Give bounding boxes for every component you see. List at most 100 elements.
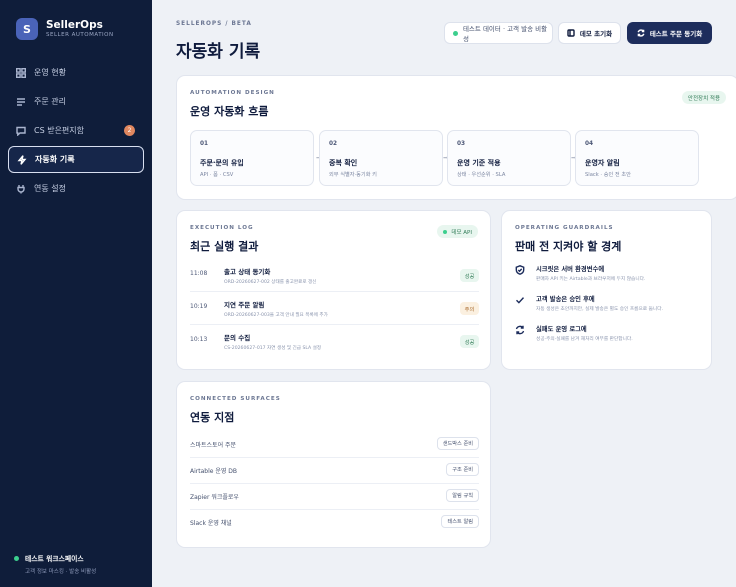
log-desc: ORD-20260627-002 상태를 출고완료로 갱신 [224,280,317,285]
surface-name: Slack 운영 채널 [190,520,232,527]
sidebar-item-automation-log[interactable]: 자동화 기록 [8,146,144,173]
flow-step: 02 중복 확인 외부 식별자·동기화 키 [319,130,443,186]
brand-text: SellerOps SELLER AUTOMATION [46,19,114,40]
brand[interactable]: S SellerOps SELLER AUTOMATION [16,18,114,40]
sidebar-item-label: 운영 현황 [34,68,66,77]
sidebar-item-label: CS 받은편지함 [34,126,85,135]
step-desc: Slack · 승인 전 초안 [585,172,631,178]
demo-api-label: 데모 API [451,229,472,236]
surface-status-tag: 알림 규칙 [446,489,479,502]
refresh-icon [515,325,525,335]
log-time: 10:19 [190,303,208,310]
step-name: 주문·문의 유입 [200,159,244,167]
step-number: 02 [329,141,338,147]
test-data-chip: 테스트 데이터 · 고객 발송 비활성 [444,22,553,44]
sync-test-orders-button[interactable]: 테스트 주문 동기화 [627,22,712,44]
flow-step: 03 운영 기준 적용 상태 · 우선순위 · SLA [447,130,571,186]
reset-icon [567,29,575,37]
reset-demo-button[interactable]: 데모 초기화 [558,22,621,44]
card-eyebrow: AUTOMATION DESIGN [190,90,275,96]
workspace-subtitle: 고객 정보 마스킹 · 발송 비활성 [25,569,97,575]
brand-subtitle: SELLER AUTOMATION [46,31,114,38]
status-badge: 성공 [460,335,479,348]
reset-demo-label: 데모 초기화 [579,30,613,38]
sidebar-item-dashboard[interactable]: 운영 현황 [8,59,144,86]
connected-surfaces-card: CONNECTED SURFACES 연동 지점 스마트스토어 주문 샌드박스 … [176,381,491,548]
card-title: 판매 전 지켜야 할 경계 [515,240,622,253]
unread-count-badge: 2 [124,125,135,136]
step-name: 운영 기준 적용 [457,159,501,167]
card-eyebrow: EXECUTION LOG [190,225,254,231]
log-time: 10:13 [190,336,208,343]
sidebar-item-label: 연동 설정 [34,184,66,193]
card-title: 최근 실행 결과 [190,240,259,253]
sidebar-item-label: 주문 관리 [34,97,66,106]
workspace-info[interactable]: 테스트 워크스페이스 고객 정보 마스킹 · 발송 비활성 [14,553,96,575]
log-time: 11:08 [190,270,208,277]
card-eyebrow: CONNECTED SURFACES [190,396,281,402]
brand-name: SellerOps [46,18,103,31]
log-title: 지연 주문 알림 [224,301,265,309]
step-number: 03 [457,141,466,147]
execution-log-card: EXECUTION LOG 최근 실행 결과 데모 API 11:08 출고 상… [176,210,491,370]
brand-logo: S [16,18,38,40]
status-badge: 주의 [460,302,479,315]
surface-name: 스마트스토어 주문 [190,442,237,449]
status-dot [453,30,458,36]
grid-icon [16,67,26,78]
step-number: 04 [585,141,594,147]
status-dot [14,555,19,561]
automation-flow-card: AUTOMATION DESIGN 운영 자동화 흐름 안전장치 적용 01 주… [176,75,736,200]
flow-step: 04 운영자 알림 Slack · 승인 전 초안 [575,130,699,186]
surface-status-tag: 구조 준비 [446,463,479,476]
list-icon [17,97,25,106]
log-row[interactable]: 11:08 출고 상태 동기화 ORD-20260627-002 상태를 출고완… [190,261,479,292]
step-desc: 상태 · 우선순위 · SLA [457,172,506,178]
log-row[interactable]: 10:13 문의 수집 CS-20260627-017 자연 생성 및 긴급 S… [190,327,479,358]
surface-status-tag: 샌드박스 준비 [436,437,479,450]
workspace-title: 테스트 워크스페이스 [14,553,96,563]
card-title: 운영 자동화 흐름 [190,105,269,118]
guardrails-card: OPERATING GUARDRAILS 판매 전 지켜야 할 경계 시크릿은 … [501,210,712,370]
log-desc: CS-20260627-017 자연 생성 및 긴급 SLA 설정 [224,346,322,351]
sync-icon [637,29,645,37]
log-title: 출고 상태 동기화 [224,268,271,276]
guardrail-desc: 판매자 API 키는 Airtable과 브라우저에 두지 않습니다. [536,277,646,282]
sidebar-item-cs-inbox[interactable]: CS 받은편지함 2 [8,117,144,144]
card-eyebrow: OPERATING GUARDRAILS [515,225,614,231]
surface-name: Airtable 운영 DB [190,468,238,475]
breadcrumb: SELLEROPS / BETA [176,21,252,27]
surface-row[interactable]: Zapier 워크플로우 알림 규칙 [190,484,479,510]
log-row[interactable]: 10:19 지연 주문 알림 ORD-20260627-003을 고객 안내 필… [190,294,479,325]
step-desc: API · 폼 · CSV [200,172,234,178]
sidebar-item-label: 자동화 기록 [35,155,75,164]
guardrail-title: 시크릿은 서버 환경변수에 [536,266,605,273]
step-name: 중복 확인 [329,159,358,167]
step-name: 운영자 알림 [585,159,620,167]
surface-row[interactable]: 스마트스토어 주문 샌드박스 준비 [190,432,479,458]
surface-row[interactable]: Airtable 운영 DB 구조 준비 [190,458,479,484]
workspace-name: 테스트 워크스페이스 [25,555,84,563]
plug-icon [17,184,25,193]
guardrail-title: 고객 발송은 승인 후에 [536,296,595,303]
guardrail-desc: 성공·주의·실패를 남겨 재처리 여부를 판단합니다. [536,337,633,342]
sidebar: S SellerOps SELLER AUTOMATION 운영 현황 주문 관… [0,0,152,587]
step-desc: 외부 식별자·동기화 키 [329,172,377,178]
log-desc: ORD-20260627-003을 고객 안내 필요 목록에 추가 [224,313,328,318]
surface-row[interactable]: Slack 운영 채널 테스트 알림 [190,510,479,536]
status-badge: 성공 [460,269,479,282]
surface-name: Zapier 워크플로우 [190,494,239,501]
status-dot [443,229,448,234]
check-icon [516,297,525,304]
sidebar-item-orders[interactable]: 주문 관리 [8,88,144,115]
guardrail-title: 실패도 운영 로그에 [536,326,587,333]
chat-icon [16,126,26,136]
sidebar-nav: 운영 현황 주문 관리 CS 받은편지함 2 자동화 기록 연동 설정 [8,59,144,204]
sidebar-item-integrations[interactable]: 연동 설정 [8,175,144,202]
log-title: 문의 수집 [224,334,251,342]
surface-status-tag: 테스트 알림 [441,515,479,528]
sync-test-orders-label: 테스트 주문 동기화 [649,30,703,38]
demo-api-badge: 데모 API [437,225,478,238]
guardrail-desc: 자동 생성은 초안까지만, 실제 발송은 별도 승인 흐름으로 둡니다. [536,307,664,312]
page-title: 자동화 기록 [176,42,261,62]
